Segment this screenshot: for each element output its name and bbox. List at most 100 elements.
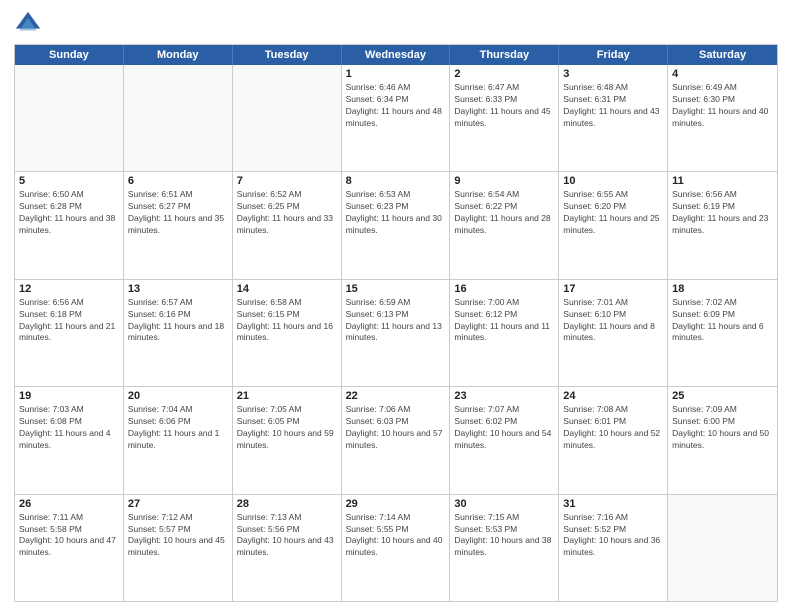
- calendar-cell: 23 Sunrise: 7:07 AM Sunset: 6:02 PM Dayli…: [450, 387, 559, 493]
- calendar-cell: [668, 495, 777, 601]
- cell-date: 27: [128, 498, 228, 510]
- cell-info: Sunrise: 7:01 AM Sunset: 6:10 PM Dayligh…: [563, 297, 663, 345]
- day-header: Tuesday: [233, 45, 342, 65]
- calendar-row: 1 Sunrise: 6:46 AM Sunset: 6:34 PM Daylig…: [15, 65, 777, 172]
- calendar-cell: 17 Sunrise: 7:01 AM Sunset: 6:10 PM Dayli…: [559, 280, 668, 386]
- day-headers-row: SundayMondayTuesdayWednesdayThursdayFrid…: [15, 45, 777, 65]
- cell-date: 9: [454, 175, 554, 187]
- cell-date: 7: [237, 175, 337, 187]
- cell-date: 30: [454, 498, 554, 510]
- calendar-cell: 3Sunrise: 6:48 AM Sunset: 6:31 PM Daylig…: [559, 65, 668, 171]
- calendar-cell: [15, 65, 124, 171]
- cell-info: Sunrise: 6:50 AM Sunset: 6:28 PM Dayligh…: [19, 189, 119, 237]
- cell-date: 18: [672, 283, 773, 295]
- cell-date: 2: [454, 68, 554, 80]
- calendar-page: SundayMondayTuesdayWednesdayThursdayFrid…: [0, 0, 792, 612]
- calendar-cell: 1 Sunrise: 6:46 AM Sunset: 6:34 PM Daylig…: [342, 65, 451, 171]
- cell-info: Sunrise: 7:09 AM Sunset: 6:00 PM Dayligh…: [672, 404, 773, 452]
- calendar-cell: 22Sunrise: 7:06 AM Sunset: 6:03 PM Dayli…: [342, 387, 451, 493]
- cell-date: 22: [346, 390, 446, 402]
- calendar: SundayMondayTuesdayWednesdayThursdayFrid…: [14, 44, 778, 602]
- cell-info: Sunrise: 6:57 AM Sunset: 6:16 PM Dayligh…: [128, 297, 228, 345]
- cell-info: Sunrise: 7:08 AM Sunset: 6:01 PM Dayligh…: [563, 404, 663, 452]
- calendar-cell: 28 Sunrise: 7:13 AM Sunset: 5:56 PM Dayli…: [233, 495, 342, 601]
- cell-info: Sunrise: 7:15 AM Sunset: 5:53 PM Dayligh…: [454, 512, 554, 560]
- cell-info: Sunrise: 6:52 AM Sunset: 6:25 PM Dayligh…: [237, 189, 337, 237]
- cell-info: Sunrise: 7:13 AM Sunset: 5:56 PM Dayligh…: [237, 512, 337, 560]
- calendar-cell: 12 Sunrise: 6:56 AM Sunset: 6:18 PM Dayli…: [15, 280, 124, 386]
- calendar-row: 5 Sunrise: 6:50 AM Sunset: 6:28 PM Daylig…: [15, 172, 777, 279]
- day-header: Friday: [559, 45, 668, 65]
- cell-info: Sunrise: 7:14 AM Sunset: 5:55 PM Dayligh…: [346, 512, 446, 560]
- cell-info: Sunrise: 7:05 AM Sunset: 6:05 PM Dayligh…: [237, 404, 337, 452]
- day-header: Monday: [124, 45, 233, 65]
- calendar-row: 12 Sunrise: 6:56 AM Sunset: 6:18 PM Dayli…: [15, 280, 777, 387]
- calendar-cell: 11Sunrise: 6:56 AM Sunset: 6:19 PM Dayli…: [668, 172, 777, 278]
- cell-date: 12: [19, 283, 119, 295]
- cell-info: Sunrise: 6:54 AM Sunset: 6:22 PM Dayligh…: [454, 189, 554, 237]
- calendar-cell: 30 Sunrise: 7:15 AM Sunset: 5:53 PM Dayli…: [450, 495, 559, 601]
- calendar-cell: 4 Sunrise: 6:49 AM Sunset: 6:30 PM Daylig…: [668, 65, 777, 171]
- cell-info: Sunrise: 7:04 AM Sunset: 6:06 PM Dayligh…: [128, 404, 228, 452]
- calendar-cell: 27 Sunrise: 7:12 AM Sunset: 5:57 PM Dayli…: [124, 495, 233, 601]
- cell-info: Sunrise: 7:00 AM Sunset: 6:12 PM Dayligh…: [454, 297, 554, 345]
- calendar-cell: 25 Sunrise: 7:09 AM Sunset: 6:00 PM Dayli…: [668, 387, 777, 493]
- calendar-row: 19 Sunrise: 7:03 AM Sunset: 6:08 PM Dayli…: [15, 387, 777, 494]
- cell-date: 5: [19, 175, 119, 187]
- cell-info: Sunrise: 6:55 AM Sunset: 6:20 PM Dayligh…: [563, 189, 663, 237]
- calendar-cell: 29Sunrise: 7:14 AM Sunset: 5:55 PM Dayli…: [342, 495, 451, 601]
- day-header: Saturday: [668, 45, 777, 65]
- cell-info: Sunrise: 6:56 AM Sunset: 6:18 PM Dayligh…: [19, 297, 119, 345]
- calendar-cell: 26 Sunrise: 7:11 AM Sunset: 5:58 PM Dayli…: [15, 495, 124, 601]
- cell-date: 8: [346, 175, 446, 187]
- cell-info: Sunrise: 7:12 AM Sunset: 5:57 PM Dayligh…: [128, 512, 228, 560]
- cell-info: Sunrise: 7:16 AM Sunset: 5:52 PM Dayligh…: [563, 512, 663, 560]
- logo: [14, 10, 46, 38]
- cell-date: 25: [672, 390, 773, 402]
- cell-date: 15: [346, 283, 446, 295]
- calendar-cell: 2 Sunrise: 6:47 AM Sunset: 6:33 PM Daylig…: [450, 65, 559, 171]
- cell-info: Sunrise: 6:48 AM Sunset: 6:31 PM Dayligh…: [563, 82, 663, 130]
- cell-date: 17: [563, 283, 663, 295]
- logo-icon: [14, 10, 42, 38]
- calendar-cell: 7 Sunrise: 6:52 AM Sunset: 6:25 PM Daylig…: [233, 172, 342, 278]
- cell-info: Sunrise: 6:46 AM Sunset: 6:34 PM Dayligh…: [346, 82, 446, 130]
- cell-date: 23: [454, 390, 554, 402]
- cell-date: 4: [672, 68, 773, 80]
- cell-info: Sunrise: 6:47 AM Sunset: 6:33 PM Dayligh…: [454, 82, 554, 130]
- cell-info: Sunrise: 6:56 AM Sunset: 6:19 PM Dayligh…: [672, 189, 773, 237]
- calendar-cell: 16 Sunrise: 7:00 AM Sunset: 6:12 PM Dayli…: [450, 280, 559, 386]
- cell-info: Sunrise: 7:02 AM Sunset: 6:09 PM Dayligh…: [672, 297, 773, 345]
- day-header: Wednesday: [342, 45, 451, 65]
- calendar-cell: [124, 65, 233, 171]
- cell-date: 28: [237, 498, 337, 510]
- page-header: [14, 10, 778, 38]
- calendar-cell: 20Sunrise: 7:04 AM Sunset: 6:06 PM Dayli…: [124, 387, 233, 493]
- day-header: Sunday: [15, 45, 124, 65]
- calendar-cell: 9 Sunrise: 6:54 AM Sunset: 6:22 PM Daylig…: [450, 172, 559, 278]
- calendar-cell: [233, 65, 342, 171]
- cell-date: 26: [19, 498, 119, 510]
- cell-info: Sunrise: 7:03 AM Sunset: 6:08 PM Dayligh…: [19, 404, 119, 452]
- cell-info: Sunrise: 7:11 AM Sunset: 5:58 PM Dayligh…: [19, 512, 119, 560]
- day-header: Thursday: [450, 45, 559, 65]
- cell-date: 13: [128, 283, 228, 295]
- cell-info: Sunrise: 7:07 AM Sunset: 6:02 PM Dayligh…: [454, 404, 554, 452]
- cell-info: Sunrise: 6:49 AM Sunset: 6:30 PM Dayligh…: [672, 82, 773, 130]
- calendar-cell: 31Sunrise: 7:16 AM Sunset: 5:52 PM Dayli…: [559, 495, 668, 601]
- cell-date: 21: [237, 390, 337, 402]
- calendar-cell: 14 Sunrise: 6:58 AM Sunset: 6:15 PM Dayli…: [233, 280, 342, 386]
- cell-info: Sunrise: 6:58 AM Sunset: 6:15 PM Dayligh…: [237, 297, 337, 345]
- calendar-cell: 18 Sunrise: 7:02 AM Sunset: 6:09 PM Dayli…: [668, 280, 777, 386]
- cell-date: 1: [346, 68, 446, 80]
- calendar-cell: 10Sunrise: 6:55 AM Sunset: 6:20 PM Dayli…: [559, 172, 668, 278]
- cell-date: 6: [128, 175, 228, 187]
- calendar-cell: 13 Sunrise: 6:57 AM Sunset: 6:16 PM Dayli…: [124, 280, 233, 386]
- cell-date: 14: [237, 283, 337, 295]
- calendar-cell: 15 Sunrise: 6:59 AM Sunset: 6:13 PM Dayli…: [342, 280, 451, 386]
- cell-info: Sunrise: 6:59 AM Sunset: 6:13 PM Dayligh…: [346, 297, 446, 345]
- cell-date: 16: [454, 283, 554, 295]
- calendar-cell: 24Sunrise: 7:08 AM Sunset: 6:01 PM Dayli…: [559, 387, 668, 493]
- cell-date: 19: [19, 390, 119, 402]
- calendar-cell: 21 Sunrise: 7:05 AM Sunset: 6:05 PM Dayli…: [233, 387, 342, 493]
